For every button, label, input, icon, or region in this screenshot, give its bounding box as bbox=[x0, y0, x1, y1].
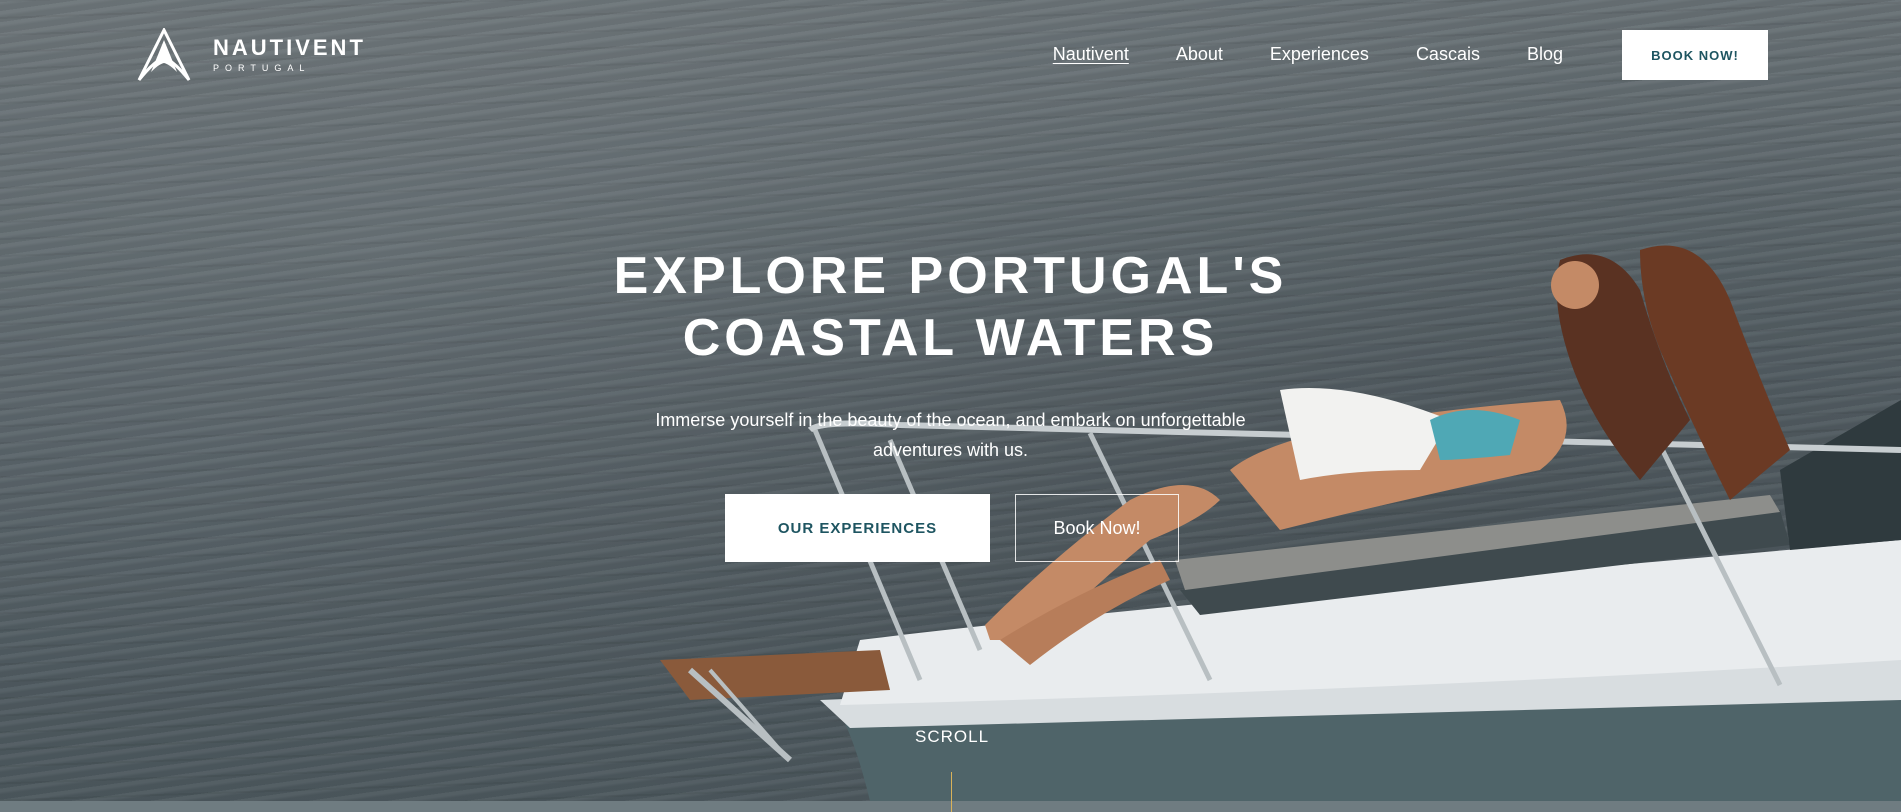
brand-subtitle: PORTUGAL bbox=[213, 63, 311, 73]
nav-item-nautivent[interactable]: Nautivent bbox=[1053, 44, 1129, 65]
nav-item-about[interactable]: About bbox=[1176, 44, 1223, 65]
site-header: NAUTIVENT PORTUGAL Nautivent About Exper… bbox=[0, 0, 1901, 110]
header-book-now-button[interactable]: BOOK NOW! bbox=[1622, 30, 1768, 80]
hero-title: EXPLORE PORTUGAL'S COASTAL WATERS bbox=[0, 245, 1901, 369]
brand-text: NAUTIVENT PORTUGAL bbox=[213, 35, 366, 74]
nav-item-experiences[interactable]: Experiences bbox=[1270, 44, 1369, 65]
brand-logo[interactable]: NAUTIVENT PORTUGAL bbox=[135, 28, 366, 82]
brand-name: NAUTIVENT bbox=[213, 35, 366, 60]
hero-title-line-1: EXPLORE PORTUGAL'S bbox=[613, 247, 1288, 305]
nav-item-blog[interactable]: Blog bbox=[1527, 44, 1563, 65]
hero-subtitle: Immerse yourself in the beauty of the oc… bbox=[655, 410, 1246, 460]
scroll-indicator-label[interactable]: SCROLL bbox=[915, 727, 989, 747]
hero-content: EXPLORE PORTUGAL'S COASTAL WATERS Immers… bbox=[0, 245, 1901, 465]
nav-item-cascais[interactable]: Cascais bbox=[1416, 44, 1480, 65]
main-nav: Nautivent About Experiences Cascais Blog bbox=[1053, 44, 1563, 65]
our-experiences-button[interactable]: OUR EXPERIENCES bbox=[725, 494, 990, 562]
hero-title-line-2: COASTAL WATERS bbox=[682, 309, 1219, 367]
sail-mountain-logo-icon bbox=[137, 28, 191, 81]
scroll-indicator-line bbox=[951, 772, 952, 812]
book-now-button[interactable]: Book Now! bbox=[1015, 494, 1179, 562]
